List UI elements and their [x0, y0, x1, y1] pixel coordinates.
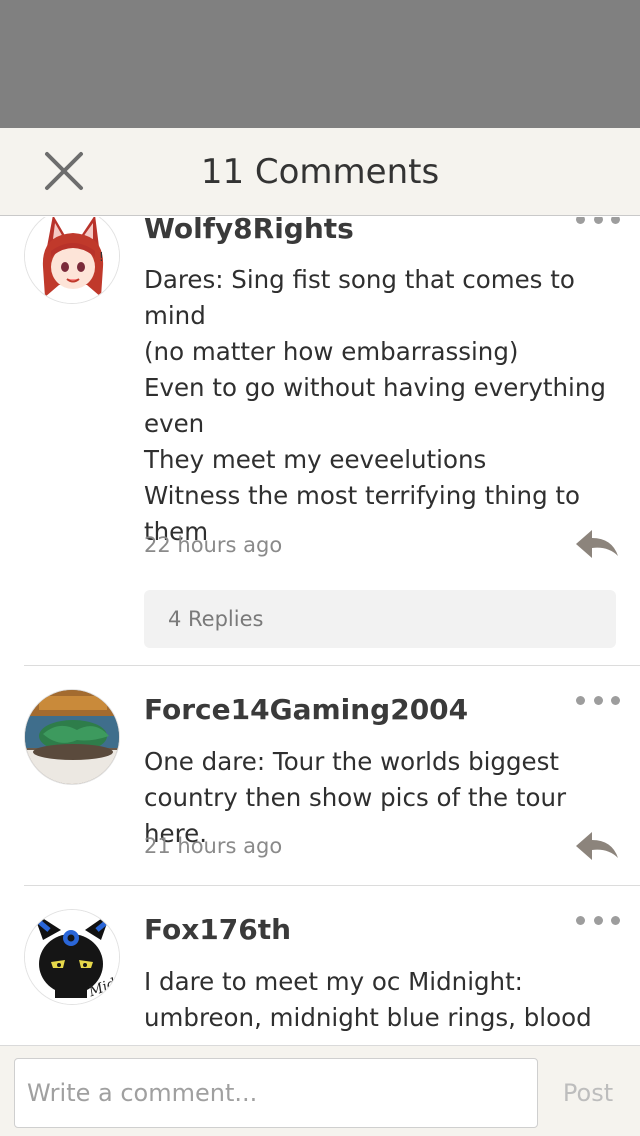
- more-icon: [611, 695, 620, 705]
- toy-photo-avatar-icon: [25, 690, 119, 784]
- comment-author[interactable]: Force14Gaming2004: [144, 692, 468, 728]
- umbreon-oc-avatar-icon: Mid: [25, 910, 119, 1004]
- more-icon: [576, 217, 585, 224]
- comment-author[interactable]: Fox176th: [144, 912, 291, 948]
- svg-text:!: !: [99, 250, 104, 264]
- comment-composer: Post: [0, 1045, 640, 1136]
- more-icon: [576, 695, 585, 705]
- view-replies-button[interactable]: 4 Replies: [144, 590, 616, 648]
- comment-body: I dare to meet my oc Midnight: umbreon, …: [144, 967, 592, 1032]
- divider: [24, 665, 640, 666]
- comment-list[interactable]: ! Wolfy8Rights Dares: Sing fist song tha…: [0, 217, 640, 1045]
- more-icon: [576, 915, 585, 925]
- comment-input[interactable]: [14, 1058, 538, 1128]
- more-icon: [593, 915, 603, 925]
- reply-button[interactable]: [572, 828, 622, 864]
- reply-button[interactable]: [572, 526, 622, 562]
- dimmed-background-overlay[interactable]: [0, 0, 640, 128]
- more-options-button[interactable]: [576, 910, 620, 930]
- avatar[interactable]: [24, 689, 120, 785]
- reply-arrow-icon: [576, 530, 618, 558]
- comment-timestamp: 21 hours ago: [144, 834, 283, 858]
- post-button[interactable]: Post: [548, 1058, 628, 1128]
- comments-header: 11 Comments: [0, 128, 640, 216]
- more-options-button[interactable]: [576, 217, 620, 229]
- reply-arrow-icon: [576, 832, 618, 860]
- fox-girl-avatar-icon: !: [25, 217, 119, 303]
- avatar[interactable]: !: [24, 217, 120, 304]
- more-icon: [611, 217, 620, 224]
- comment-body: Dares: Sing fist song that comes to mind…: [144, 265, 606, 546]
- more-icon: [593, 695, 603, 705]
- page-title: 11 Comments: [200, 152, 440, 192]
- avatar[interactable]: Mid: [24, 909, 120, 1005]
- more-icon: [593, 217, 603, 224]
- more-options-button[interactable]: [576, 690, 620, 710]
- divider: [24, 885, 640, 886]
- comment-timestamp: 22 hours ago: [144, 533, 283, 557]
- more-icon: [611, 915, 620, 925]
- comment-author[interactable]: Wolfy8Rights: [144, 217, 354, 247]
